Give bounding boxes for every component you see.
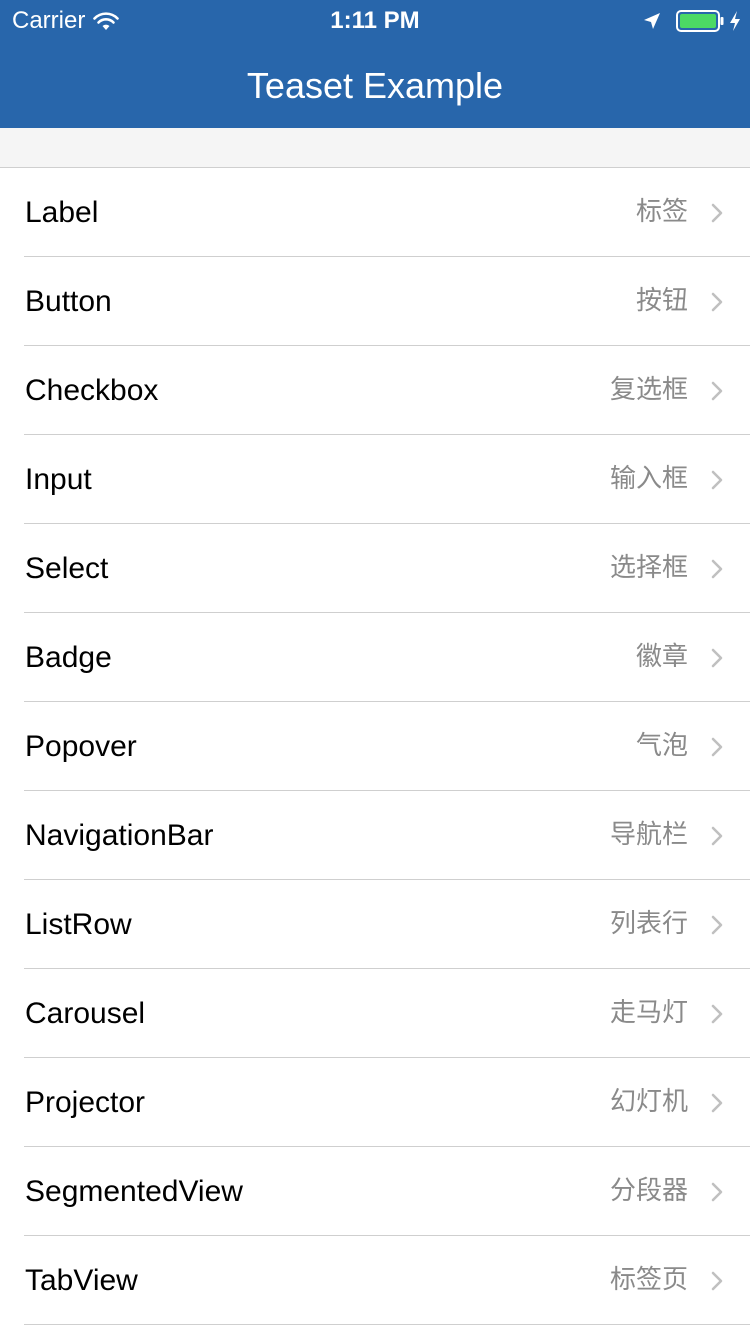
list-row-title: Popover — [25, 730, 137, 763]
list-row-popover[interactable]: Popover 气泡 — [0, 702, 750, 791]
navigation-header: Carrier 1:11 PM Teaset Example — [0, 0, 750, 128]
list-top-spacer — [0, 128, 750, 168]
list-row-detail: 分段器 — [609, 1176, 688, 1206]
chevron-right-icon — [710, 292, 724, 312]
list-row-detail: 标签 — [635, 197, 688, 227]
list-row-detail: 气泡 — [635, 731, 688, 761]
list-row-detail: 徽章 — [635, 642, 688, 672]
list-row-title: TabView — [25, 1264, 138, 1297]
list-row-title: Projector — [25, 1086, 146, 1119]
list-row-label[interactable]: Label 标签 — [0, 168, 750, 257]
chevron-right-icon — [710, 203, 724, 223]
list-row-navigationbar[interactable]: NavigationBar 导航栏 — [0, 791, 750, 880]
chevron-right-icon — [710, 1093, 724, 1113]
chevron-right-icon — [710, 737, 724, 757]
status-right-group — [642, 8, 742, 34]
list-row-detail: 复选框 — [609, 375, 688, 405]
list-row-title: NavigationBar — [25, 819, 214, 852]
list-row-detail: 列表行 — [609, 909, 688, 939]
status-bar: Carrier 1:11 PM — [0, 0, 750, 40]
list-row-title: Checkbox — [25, 374, 159, 407]
chevron-right-icon — [710, 648, 724, 668]
list-row-title: Carousel — [25, 997, 146, 1030]
list-row-detail: 输入框 — [609, 464, 688, 494]
chevron-right-icon — [710, 1271, 724, 1291]
status-time: 1:11 PM — [330, 7, 420, 34]
list-row-listrow[interactable]: ListRow 列表行 — [0, 880, 750, 969]
list-row-button[interactable]: Button 按钮 — [0, 257, 750, 346]
list-row-title: SegmentedView — [25, 1175, 243, 1208]
chevron-right-icon — [710, 1004, 724, 1024]
list-row-segmentedview[interactable]: SegmentedView 分段器 — [0, 1147, 750, 1236]
list-row-detail: 导航栏 — [609, 820, 688, 850]
list-row-detail: 幻灯机 — [609, 1087, 688, 1117]
chevron-right-icon — [710, 470, 724, 490]
chevron-right-icon — [710, 1182, 724, 1202]
battery-icon — [676, 10, 724, 32]
list-row-title: Label — [25, 196, 99, 229]
list-row-title: ListRow — [25, 908, 132, 941]
component-list: Label 标签 Button 按钮 Checkbox 复选框 Input 输入框 Select… — [0, 168, 750, 1325]
list-row-projector[interactable]: Projector 幻灯机 — [0, 1058, 750, 1147]
chevron-right-icon — [710, 381, 724, 401]
list-row-title: Button — [25, 285, 112, 318]
list-row-detail: 标签页 — [609, 1265, 688, 1295]
page-title: Teaset Example — [246, 65, 504, 106]
list-row-detail: 按钮 — [635, 286, 688, 316]
list-row-title: Select — [25, 552, 109, 585]
list-row-checkbox[interactable]: Checkbox 复选框 — [0, 346, 750, 435]
chevron-right-icon — [710, 915, 724, 935]
charging-bolt-icon — [728, 10, 742, 32]
list-row-select[interactable]: Select 选择框 — [0, 524, 750, 613]
chevron-right-icon — [710, 559, 724, 579]
list-row-detail: 走马灯 — [609, 998, 688, 1028]
list-row-tabview[interactable]: TabView 标签页 — [0, 1236, 750, 1325]
list-row-badge[interactable]: Badge 徽章 — [0, 613, 750, 702]
list-row-title: Badge — [25, 641, 112, 674]
list-row-title: Input — [25, 463, 92, 496]
list-row-input[interactable]: Input 输入框 — [0, 435, 750, 524]
location-icon — [642, 11, 662, 31]
list-row-detail: 选择框 — [609, 553, 688, 583]
list-row-carousel[interactable]: Carousel 走马灯 — [0, 969, 750, 1058]
chevron-right-icon — [710, 826, 724, 846]
